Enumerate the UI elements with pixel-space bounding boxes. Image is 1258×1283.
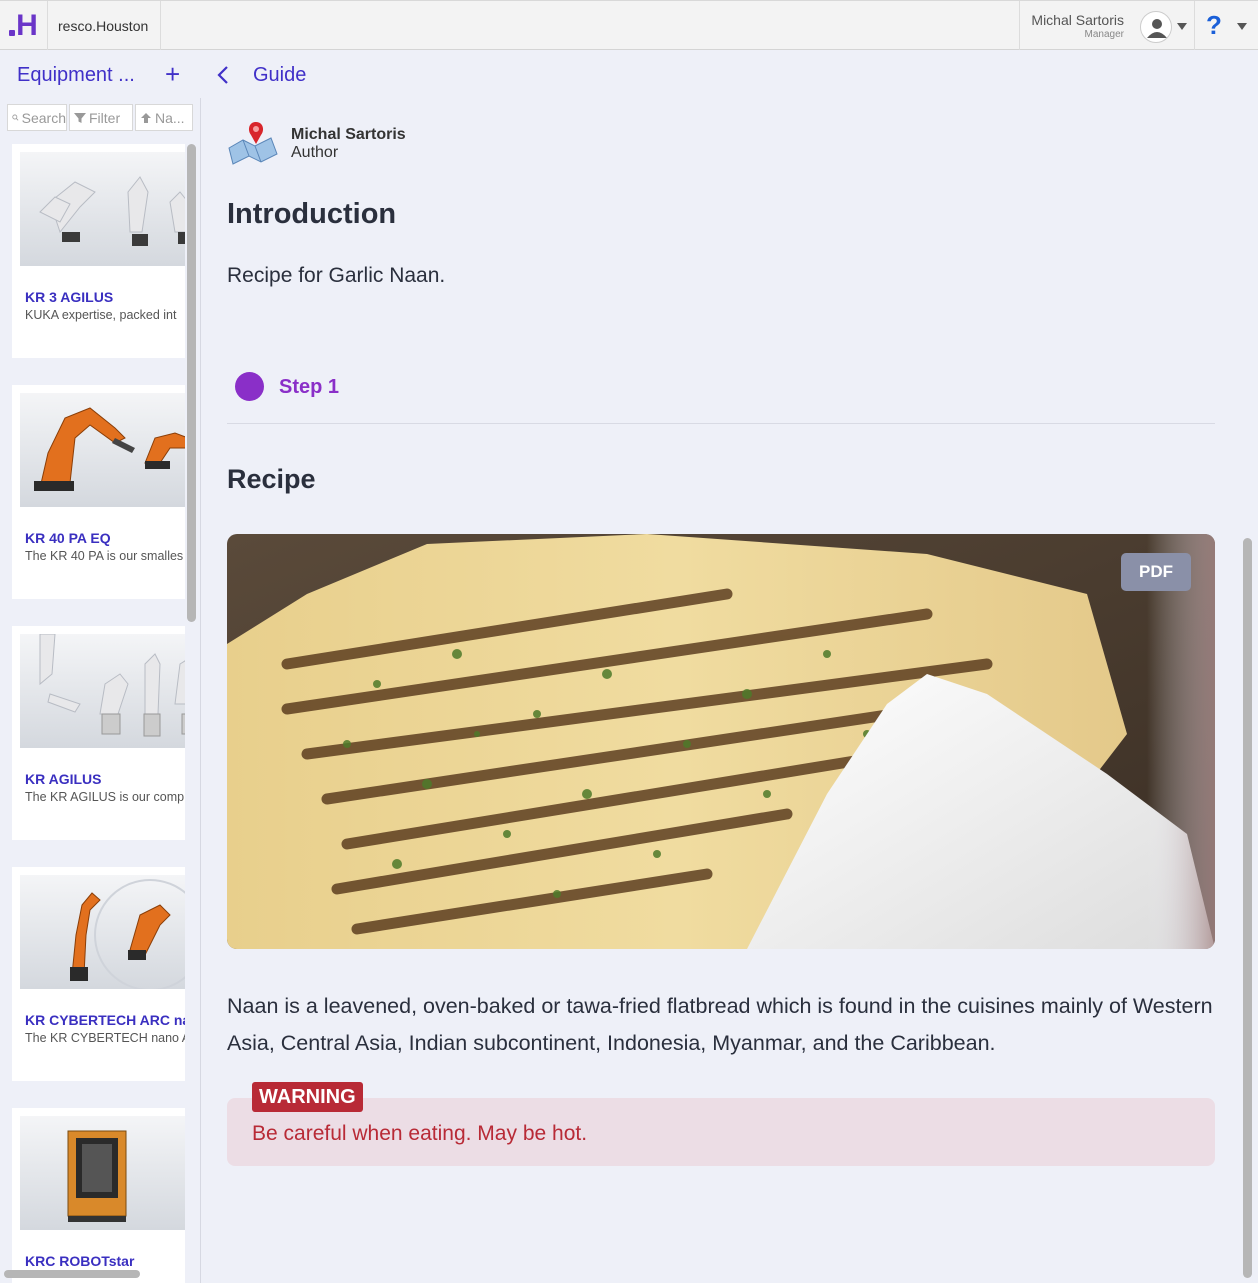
list-item[interactable]: KRC ROBOTstar — [12, 1108, 185, 1283]
user-name: Michal Sartoris — [1031, 12, 1124, 28]
author-name: Michal Sartoris — [291, 126, 406, 143]
warning-text: Be careful when eating. May be hot. — [252, 1122, 588, 1145]
step-label[interactable]: Step 1 — [279, 376, 339, 399]
logo-h-icon: H — [16, 8, 38, 42]
item-title: KR AGILUS — [25, 771, 102, 787]
sort-label: Na... — [155, 109, 185, 126]
intro-text: Recipe for Garlic Naan. — [227, 264, 446, 287]
controller-image — [20, 1116, 185, 1230]
search-input[interactable]: Search — [7, 104, 67, 131]
item-description: KUKA expertise, packed int — [25, 308, 177, 322]
robot-image — [20, 393, 185, 507]
top-bar: H resco.Houston Michal Sartoris Manager … — [0, 0, 1258, 50]
item-description: The KR CYBERTECH nano AI — [25, 1031, 185, 1045]
pdf-button[interactable]: PDF — [1121, 553, 1191, 591]
intro-heading: Introduction — [227, 198, 397, 230]
guide-content: Michal Sartoris Author Introduction Reci… — [202, 98, 1258, 1283]
item-description: The KR AGILUS is our comp — [25, 790, 185, 804]
robot-image — [20, 634, 185, 748]
entity-list-title[interactable]: Equipment ... — [17, 64, 135, 87]
filter-icon — [74, 112, 86, 123]
sidebar-vertical-scrollbar[interactable] — [187, 144, 196, 622]
naan-photo[interactable]: PDF — [227, 534, 1215, 949]
add-icon[interactable]: + — [165, 61, 180, 87]
org-name[interactable]: resco.Houston — [48, 1, 161, 50]
help-icon[interactable]: ? — [1206, 10, 1222, 41]
content-vertical-scrollbar[interactable] — [1243, 538, 1252, 1278]
list-item[interactable]: KR 3 AGILUS KUKA expertise, packed int — [12, 144, 185, 358]
avatar-icon[interactable] — [1140, 11, 1172, 43]
step-indicator-icon[interactable] — [235, 372, 264, 401]
help-chevron-down-icon[interactable] — [1237, 23, 1247, 30]
user-menu[interactable]: Michal Sartoris Manager — [1019, 1, 1195, 50]
search-placeholder: Search — [21, 109, 66, 126]
list-toolbar: Search Filter Na... — [7, 104, 193, 131]
recipe-description: Naan is a leavened, oven-baked or tawa-f… — [227, 994, 1213, 1055]
list-item[interactable]: KR 40 PA EQ The KR 40 PA is our smalles — [12, 385, 185, 599]
user-role: Manager — [1084, 29, 1124, 40]
robot-image — [20, 875, 185, 989]
item-description: The KR 40 PA is our smalles — [25, 549, 184, 563]
item-title: KR 40 PA EQ — [25, 530, 111, 546]
divider — [227, 423, 1215, 424]
warning-badge: WARNING — [252, 1082, 363, 1112]
robot-image — [20, 152, 185, 266]
sort-button[interactable]: Na... — [135, 104, 193, 131]
filter-button[interactable]: Filter — [69, 104, 133, 131]
filter-label: Filter — [89, 109, 121, 126]
list-item[interactable]: KR AGILUS The KR AGILUS is our comp — [12, 626, 185, 840]
logo-dot — [9, 29, 16, 36]
item-title: KR 3 AGILUS — [25, 289, 114, 305]
map-pin-icon — [228, 122, 278, 165]
list-item[interactable]: KR CYBERTECH ARC na The KR CYBERTECH nan… — [12, 867, 185, 1081]
recipe-heading: Recipe — [227, 464, 316, 494]
back-chevron-icon[interactable] — [214, 64, 232, 86]
equipment-sidebar: Search Filter Na... KR 3 AGILUS KUKA exp… — [0, 98, 201, 1283]
author-role: Author — [291, 144, 339, 161]
sidebar-horizontal-scrollbar[interactable] — [4, 1270, 140, 1278]
nav-bar: Equipment ... + Guide — [0, 50, 1258, 98]
search-icon — [12, 114, 19, 121]
page-title: Guide — [253, 64, 307, 86]
item-title: KR CYBERTECH ARC na — [25, 1012, 185, 1028]
app-logo[interactable]: H — [0, 1, 48, 50]
chevron-down-icon[interactable] — [1177, 23, 1187, 30]
item-title: KRC ROBOTstar — [25, 1253, 135, 1269]
sort-up-icon — [141, 112, 151, 123]
